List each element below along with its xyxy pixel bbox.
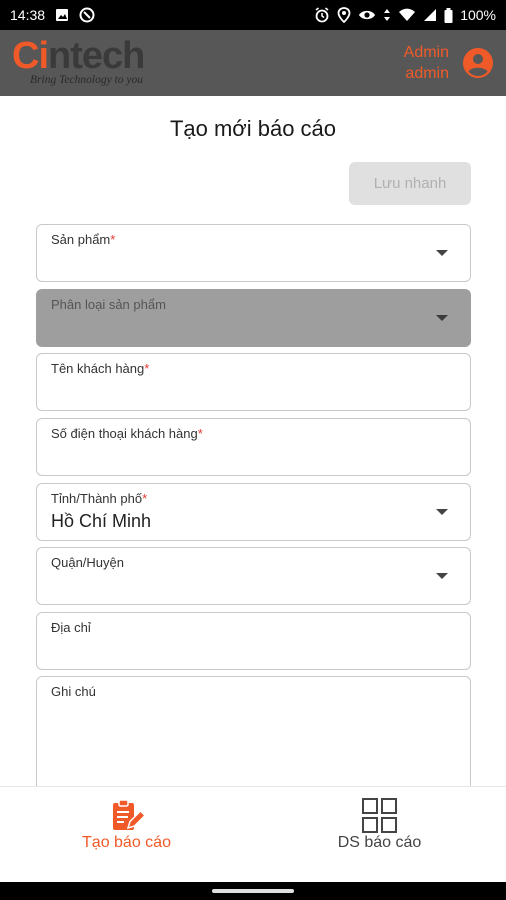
field-label: Địa chỉ (51, 620, 91, 635)
logo-tagline: Bring Technology to you (30, 74, 143, 86)
required-mark: * (110, 232, 116, 247)
battery-percent: 100% (460, 7, 496, 23)
dropdown-arrow-icon (436, 315, 448, 321)
field-label: Ghi chú (51, 684, 96, 699)
field-label: Tên khách hàng (51, 361, 145, 376)
cintech-logo[interactable]: Cintech Bring Technology to you (12, 35, 145, 86)
dropdown-arrow-icon (436, 250, 448, 256)
gesture-handle[interactable] (212, 889, 294, 893)
field-label: Quận/Huyện (51, 555, 124, 570)
user-info[interactable]: Admin admin (404, 42, 449, 84)
status-bar: 14:38 100% (0, 0, 506, 30)
dropdown-arrow-icon (436, 573, 448, 579)
province-select[interactable]: Tỉnh/Thành phố* Hồ Chí Minh (36, 483, 471, 541)
create-report-form: Tạo mới báo cáo Lưu nhanh Sản phẩm* Phân… (0, 96, 506, 786)
customer-name-input[interactable]: Tên khách hàng* (36, 353, 471, 411)
logo-ntech: ntech (48, 35, 145, 77)
field-label: Sản phẩm (51, 232, 111, 247)
eye-icon (358, 8, 376, 22)
field-label: Phân loại sản phẩm (51, 297, 166, 312)
nav-create-report[interactable]: Tạo báo cáo (0, 787, 253, 883)
report-edit-icon (108, 797, 146, 835)
required-mark: * (197, 426, 203, 441)
note-textarea[interactable]: Ghi chú (36, 676, 471, 786)
sync-notification-icon (79, 7, 95, 23)
customer-phone-input[interactable]: Số điện thoại khách hàng* (36, 418, 471, 476)
field-value: Hồ Chí Minh (51, 511, 152, 531)
field-label: Số điện thoại khách hàng (51, 426, 198, 441)
status-time: 14:38 (10, 7, 46, 23)
required-mark: * (142, 491, 148, 506)
product-select[interactable]: Sản phẩm* (36, 224, 471, 282)
dropdown-arrow-icon (436, 509, 448, 515)
bottom-navigation: Tạo báo cáo DS báo cáo (0, 786, 506, 882)
system-navigation-area (0, 882, 506, 900)
address-input[interactable]: Địa chỉ (36, 612, 471, 670)
wifi-icon (398, 8, 416, 22)
required-mark: * (144, 361, 150, 376)
nav-label: DS báo cáo (337, 834, 422, 851)
location-icon (337, 7, 351, 23)
field-label: Tỉnh/Thành phố (51, 491, 143, 506)
page-title: Tạo mới báo cáo (169, 116, 337, 141)
nav-label: Tạo báo cáo (82, 834, 171, 851)
district-select[interactable]: Quận/Huyện (36, 547, 471, 605)
product-category-select[interactable]: Phân loại sản phẩm (36, 289, 471, 347)
user-name: admin (405, 65, 449, 82)
battery-icon (444, 7, 453, 23)
alarm-icon (314, 7, 330, 23)
app-header: Cintech Bring Technology to you Admin ad… (0, 30, 506, 96)
image-notification-icon (55, 8, 69, 22)
quick-save-button[interactable]: Lưu nhanh (349, 162, 471, 205)
grid-list-icon (361, 797, 399, 835)
user-role: Admin (403, 44, 449, 61)
nav-report-list[interactable]: DS báo cáo (253, 787, 506, 883)
logo-ci: Ci (12, 35, 49, 77)
data-arrows-icon (383, 8, 391, 22)
account-circle-icon[interactable] (462, 47, 494, 79)
signal-icon (423, 8, 437, 22)
